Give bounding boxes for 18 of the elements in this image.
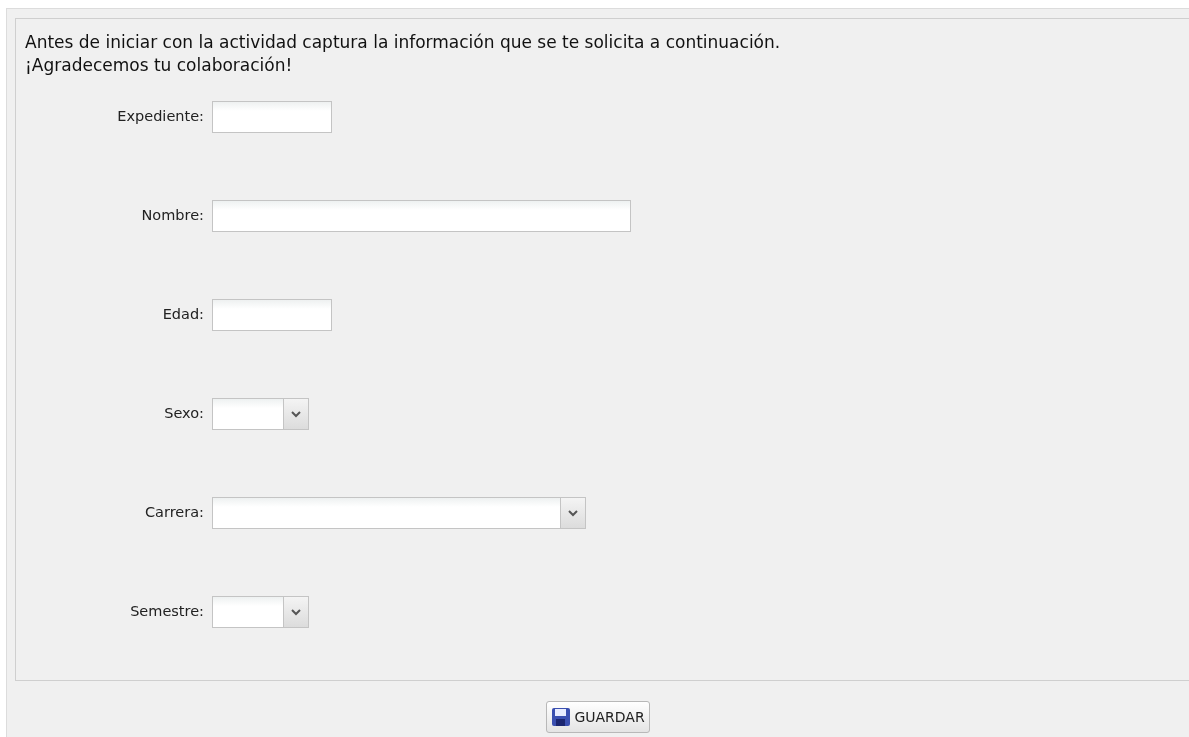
- field-label: Sexo:: [163, 404, 204, 424]
- field-label: Carrera:: [144, 503, 204, 523]
- text-field[interactable]: [212, 299, 332, 331]
- chevron-down-icon: [291, 410, 301, 418]
- chevron-down-icon: [291, 608, 301, 616]
- field-label: Semestre:: [129, 602, 204, 622]
- field-label: Edad:: [161, 305, 204, 325]
- text-field[interactable]: [212, 200, 631, 232]
- field-label: Nombre:: [140, 206, 204, 226]
- text-field[interactable]: [212, 101, 332, 133]
- dropdown-field[interactable]: [212, 497, 586, 529]
- field-label: Expediente:: [116, 107, 204, 127]
- save-button[interactable]: GUARDAR: [546, 701, 650, 733]
- dropdown-field[interactable]: [212, 596, 309, 628]
- chevron-down-icon: [568, 509, 578, 517]
- intro-text: Antes de iniciar con la actividad captura la información que se te solicita a continuación.: [25, 31, 782, 54]
- intro-text: ¡Agradecemos tu colaboración!: [25, 54, 294, 77]
- dropdown-field[interactable]: [212, 398, 309, 430]
